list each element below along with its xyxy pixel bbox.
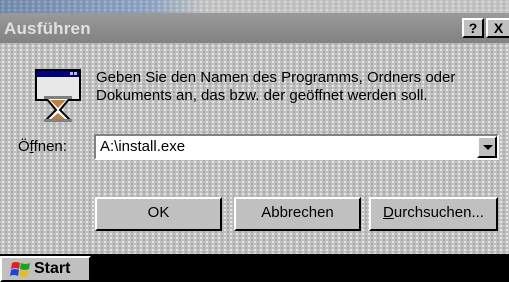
help-button[interactable]: ? <box>462 18 484 38</box>
open-input[interactable]: A:\install.exe <box>100 138 185 155</box>
taskbar: Start <box>0 254 509 282</box>
run-dialog: Ausführen ? X Geben Sie den Namen des Pr… <box>0 0 509 254</box>
chevron-down-icon[interactable] <box>477 136 497 158</box>
run-program-icon <box>35 69 81 122</box>
window-title: Ausführen <box>4 19 91 38</box>
start-button[interactable]: Start <box>0 256 91 282</box>
instruction-text: Geben Sie den Namen des Programms, Ordne… <box>96 69 456 104</box>
close-button[interactable]: X <box>486 18 509 38</box>
windows-flag-icon <box>10 262 30 277</box>
open-combobox[interactable]: A:\install.exe <box>94 134 499 160</box>
cancel-button[interactable]: Abbrechen <box>234 197 361 231</box>
ok-button[interactable]: OK <box>95 197 222 231</box>
start-label: Start <box>34 260 71 277</box>
browse-button[interactable]: Durchsuchen... <box>369 197 498 231</box>
title-bar[interactable]: Ausführen ? X <box>0 0 509 43</box>
open-label: Öffnen: <box>18 138 67 155</box>
